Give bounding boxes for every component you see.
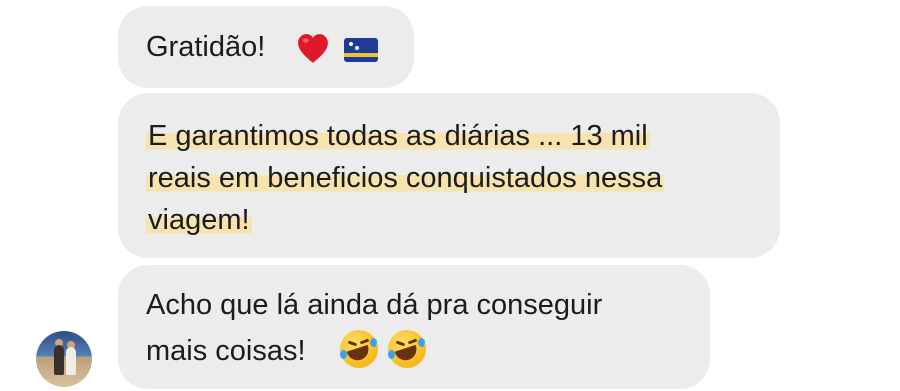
highlighted-text: reais em beneficios conquistados nessa bbox=[146, 162, 665, 194]
message-line-2: mais coisas! bbox=[146, 335, 306, 367]
message-line-1: E garantimos todas as diárias ... 13 mil bbox=[146, 119, 650, 153]
message-bubble-2[interactable]: E garantimos todas as diárias ... 13 mil… bbox=[118, 93, 780, 258]
highlighted-text: E garantimos todas as diárias ... 13 mil bbox=[146, 120, 650, 152]
red-heart-icon bbox=[298, 34, 328, 63]
message-bubble-3[interactable]: Acho que lá ainda dá pra conseguir mais … bbox=[118, 265, 710, 389]
message-bubble-1[interactable]: Gratidão! bbox=[118, 6, 414, 88]
message-line-2: reais em beneficios conquistados nessa bbox=[146, 161, 665, 195]
message-text: Gratidão! bbox=[146, 31, 266, 63]
laughing-emoji-icon bbox=[388, 330, 426, 368]
highlighted-text: viagem! bbox=[146, 204, 252, 236]
message-line-1: Acho que lá ainda dá pra conseguir bbox=[146, 289, 603, 321]
message-line-3: viagem! bbox=[146, 203, 252, 237]
curacao-flag-icon bbox=[344, 38, 378, 62]
sender-avatar[interactable] bbox=[36, 331, 92, 387]
laughing-emoji-icon bbox=[340, 330, 378, 368]
